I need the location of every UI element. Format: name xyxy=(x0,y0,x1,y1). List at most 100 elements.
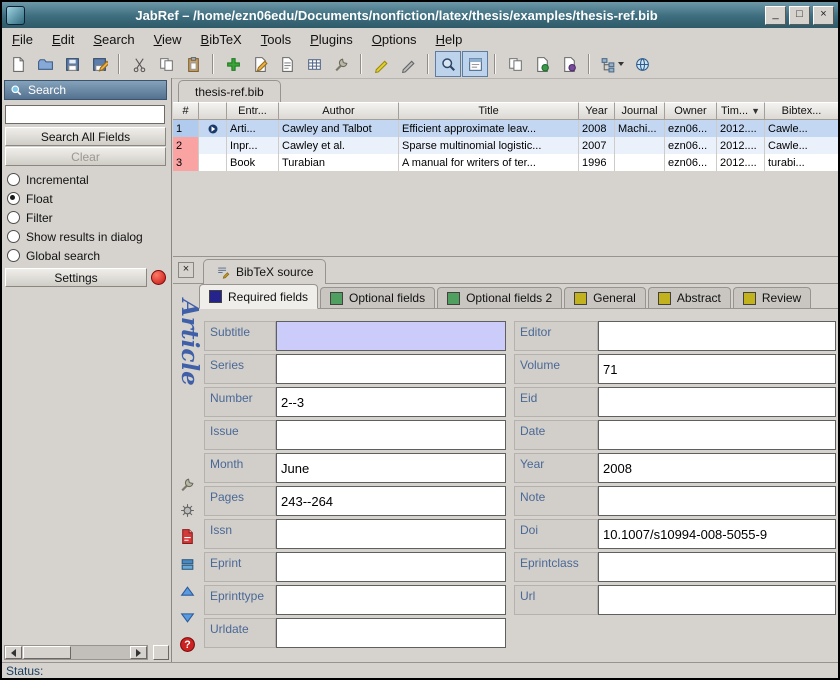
save-database-button[interactable] xyxy=(59,51,85,77)
cleanup-entries-button[interactable] xyxy=(328,51,354,77)
field-input-doi[interactable] xyxy=(598,519,836,549)
red-pin-icon[interactable] xyxy=(151,270,166,285)
previous-entry-button[interactable] xyxy=(178,583,196,601)
search-input[interactable] xyxy=(5,105,165,124)
fetch-button[interactable] xyxy=(178,555,196,573)
push-to-lyx-button[interactable] xyxy=(556,51,582,77)
field-input-month[interactable] xyxy=(276,453,506,483)
field-input-url[interactable] xyxy=(598,585,836,615)
menu-options[interactable]: Options xyxy=(372,32,417,47)
generate-key-button[interactable] xyxy=(178,475,196,493)
field-input-issn[interactable] xyxy=(276,519,506,549)
field-input-note[interactable] xyxy=(598,486,836,516)
mark-entries-button[interactable] xyxy=(368,51,394,77)
paste-button[interactable] xyxy=(180,51,206,77)
tab-review[interactable]: Review xyxy=(733,287,811,308)
database-tab[interactable]: thesis-ref.bib xyxy=(178,80,281,102)
scrollbar-track[interactable] xyxy=(71,646,130,659)
field-input-urldate[interactable] xyxy=(276,618,506,648)
copy-citation-button[interactable] xyxy=(502,51,528,77)
push-to-application-button[interactable] xyxy=(529,51,555,77)
tab-optional-fields[interactable]: Optional fields xyxy=(320,287,435,308)
field-input-subtitle[interactable] xyxy=(276,321,506,351)
save-as-button[interactable] xyxy=(86,51,112,77)
col-header-entrytype[interactable]: Entr... xyxy=(227,102,279,120)
scroll-left-button[interactable] xyxy=(5,646,22,659)
edit-strings-button[interactable] xyxy=(274,51,300,77)
scrollbar-thumb[interactable] xyxy=(23,646,71,659)
menu-plugins[interactable]: Plugins xyxy=(310,32,353,47)
menu-search[interactable]: Search xyxy=(93,32,134,47)
field-input-eid[interactable] xyxy=(598,387,836,417)
search-toggle-button[interactable] xyxy=(435,51,461,77)
panel-resize-grip[interactable] xyxy=(153,645,169,660)
title-bar[interactable]: JabRef – /home/ezn06edu/Documents/nonfic… xyxy=(2,2,838,28)
field-input-year[interactable] xyxy=(598,453,836,483)
field-input-eprinttype[interactable] xyxy=(276,585,506,615)
col-header-year[interactable]: Year xyxy=(579,102,615,120)
radio-filter[interactable]: Filter xyxy=(7,209,53,226)
new-database-button[interactable] xyxy=(5,51,31,77)
toggle-preview-button[interactable] xyxy=(462,51,488,77)
field-input-series[interactable] xyxy=(276,354,506,384)
next-entry-button[interactable] xyxy=(178,607,196,625)
menu-edit[interactable]: Edit xyxy=(52,32,74,47)
scroll-right-button[interactable] xyxy=(130,646,147,659)
tab-bibtex-source[interactable]: BibTeX source xyxy=(203,259,326,284)
open-web-button[interactable] xyxy=(629,51,655,77)
col-header-number[interactable]: # xyxy=(173,102,199,120)
radio-show-results-in-dialog[interactable]: Show results in dialog xyxy=(7,228,143,245)
menu-tools[interactable]: Tools xyxy=(261,32,291,47)
field-input-number[interactable] xyxy=(276,387,506,417)
cut-button[interactable] xyxy=(126,51,152,77)
radio-incremental[interactable]: Incremental xyxy=(7,171,89,188)
field-input-eprintclass[interactable] xyxy=(598,552,836,582)
minimize-button[interactable]: _ xyxy=(765,6,786,25)
field-input-issue[interactable] xyxy=(276,420,506,450)
status-bar: Status: xyxy=(2,662,838,678)
field-input-editor[interactable] xyxy=(598,321,836,351)
col-header-timestamp[interactable]: Tim... ▼ xyxy=(717,102,765,120)
col-header-owner[interactable]: Owner xyxy=(665,102,717,120)
edit-entry-button[interactable] xyxy=(247,51,273,77)
menu-file[interactable]: File xyxy=(12,32,33,47)
tab-required-fields[interactable]: Required fields xyxy=(199,284,318,309)
field-input-date[interactable] xyxy=(598,420,836,450)
table-row-1[interactable]: 1 Arti... Cawley and Talbot Efficient ap… xyxy=(173,120,838,137)
new-entry-button[interactable] xyxy=(220,51,246,77)
menu-help[interactable]: Help xyxy=(436,32,463,47)
close-entry-editor-button[interactable]: × xyxy=(178,262,194,278)
table-row-2[interactable]: 2 Inpr... Cawley et al. Sparse multinomi… xyxy=(173,137,838,154)
search-pane-header[interactable]: Search xyxy=(4,80,167,100)
tab-general[interactable]: General xyxy=(564,287,646,308)
maximize-button[interactable]: □ xyxy=(789,6,810,25)
radio-float[interactable]: Float xyxy=(7,190,53,207)
col-header-author[interactable]: Author xyxy=(279,102,399,120)
search-all-fields-button[interactable]: Search All Fields xyxy=(5,127,166,146)
clear-button[interactable]: Clear xyxy=(5,147,166,166)
close-button[interactable]: × xyxy=(813,6,834,25)
help-button[interactable]: ? xyxy=(178,635,196,653)
radio-global-search[interactable]: Global search xyxy=(7,247,100,264)
copy-button[interactable] xyxy=(153,51,179,77)
toggle-groups-button[interactable] xyxy=(596,51,628,77)
tab-optional-fields-2[interactable]: Optional fields 2 xyxy=(437,287,562,308)
autoset-button[interactable] xyxy=(178,501,196,519)
settings-button[interactable]: Settings xyxy=(5,268,147,287)
open-database-button[interactable] xyxy=(32,51,58,77)
field-input-pages[interactable] xyxy=(276,486,506,516)
unmark-entries-button[interactable] xyxy=(395,51,421,77)
horizontal-scrollbar[interactable] xyxy=(4,645,148,660)
table-preferences-button[interactable] xyxy=(301,51,327,77)
field-input-eprint[interactable] xyxy=(276,552,506,582)
write-pdf-button[interactable] xyxy=(178,527,196,545)
col-header-journal[interactable]: Journal xyxy=(615,102,665,120)
col-header-title[interactable]: Title xyxy=(399,102,579,120)
menu-view[interactable]: View xyxy=(154,32,182,47)
menu-bibtex[interactable]: BibTeX xyxy=(201,32,242,47)
field-input-volume[interactable] xyxy=(598,354,836,384)
col-header-bibtexkey[interactable]: Bibtex... xyxy=(765,102,838,120)
table-row-3[interactable]: 3 Book Turabian A manual for writers of … xyxy=(173,154,838,171)
col-header-icon[interactable] xyxy=(199,102,227,120)
tab-abstract[interactable]: Abstract xyxy=(648,287,731,308)
